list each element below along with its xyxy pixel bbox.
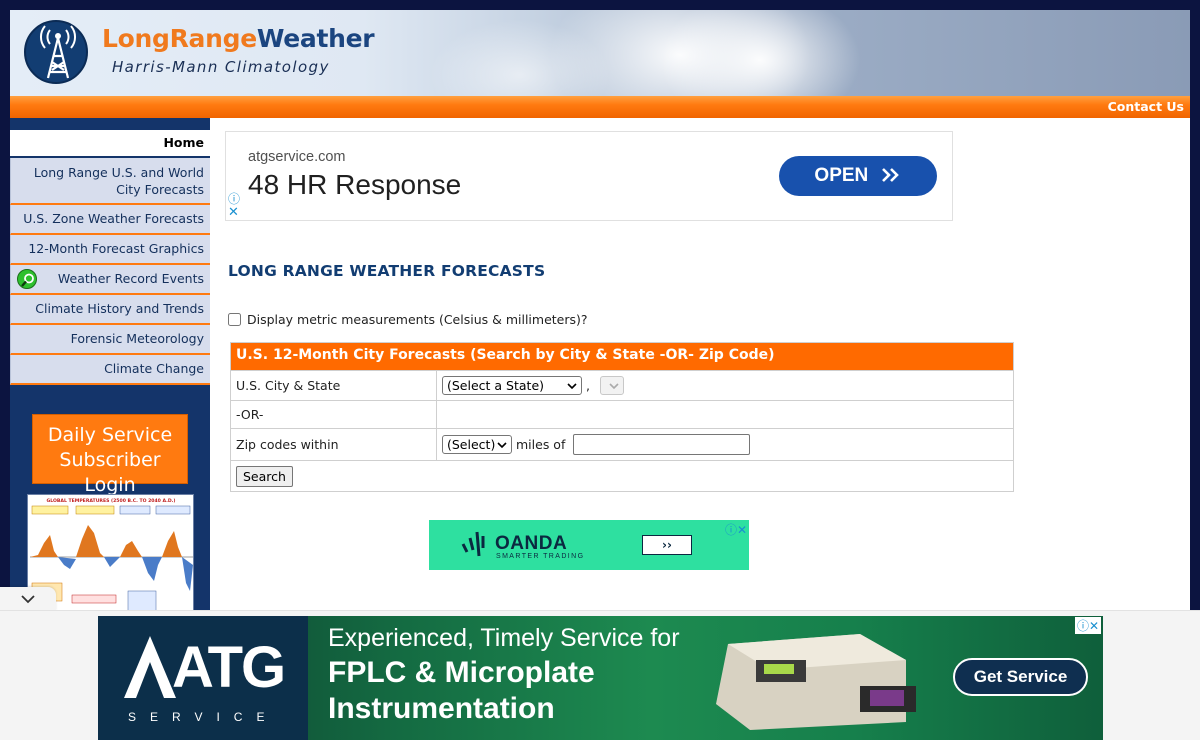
contact-us-link[interactable]: Contact Us: [1108, 99, 1184, 114]
cloud-decoration: [660, 10, 860, 96]
ad-info-icon[interactable]: ⓘ✕: [1074, 617, 1101, 634]
oanda-advertisement[interactable]: OANDA SMARTER TRADING ›› ⓘ✕: [429, 520, 749, 570]
chevron-down-icon: [609, 382, 619, 389]
miles-of-label: miles of: [516, 437, 566, 452]
sidebar-item-label: 12-Month Forecast Graphics: [28, 241, 204, 256]
sidebar-item-label: Home: [163, 135, 204, 150]
subscriber-login-button[interactable]: Daily Service Subscriber Login: [32, 414, 188, 496]
sidebar: Home Long Range U.S. and World City Fore…: [10, 118, 210, 618]
login-line-2: Subscriber Login: [59, 449, 161, 496]
ad-line-1: Experienced, Timely Service for: [328, 624, 680, 652]
state-select[interactable]: (Select a State): [442, 376, 582, 395]
sidebar-item-label: Forensic Meteorology: [70, 331, 204, 346]
miles-select[interactable]: (Select): [442, 435, 512, 454]
city-forecast-search-form: U.S. 12-Month City Forecasts (Search by …: [230, 342, 1014, 492]
sidebar-nav: Home Long Range U.S. and World City Fore…: [10, 130, 210, 385]
logo-weather: Weather: [256, 24, 375, 53]
ad-line-2: FPLC & Microplate: [328, 656, 595, 689]
zip-row: Zip codes within (Select) miles of: [231, 428, 1013, 460]
miles-select-value: (Select): [447, 437, 496, 452]
sidebar-item-climate-history[interactable]: Climate History and Trends: [10, 295, 210, 325]
logo-subtitle: Harris-Mann Climatology: [112, 58, 330, 76]
site-header: LongRangeWeather Harris-Mann Climatology: [10, 10, 1190, 96]
close-icon[interactable]: ✕: [228, 205, 239, 220]
logo-long-range: LongRange: [102, 24, 257, 53]
search-form-header: U.S. 12-Month City Forecasts (Search by …: [231, 343, 1013, 370]
sidebar-item-forecast-graphics[interactable]: 12-Month Forecast Graphics: [10, 235, 210, 265]
metric-checkbox[interactable]: [228, 313, 241, 326]
sidebar-item-home[interactable]: Home: [10, 130, 210, 158]
zip-code-input[interactable]: [573, 434, 751, 455]
top-nav-bar: Contact Us: [10, 96, 1190, 118]
chevron-down-icon: [567, 382, 577, 389]
sidebar-item-forensic[interactable]: Forensic Meteorology: [10, 325, 210, 355]
login-line-1: Daily Service: [47, 424, 173, 446]
sidebar-item-label: Long Range U.S. and World City Forecasts: [33, 165, 204, 197]
sidebar-item-zone-forecasts[interactable]: U.S. Zone Weather Forecasts: [10, 205, 210, 235]
oanda-brand: OANDA: [495, 533, 568, 554]
magnifier-icon: [17, 269, 37, 289]
sidebar-item-label: Weather Record Events: [57, 271, 204, 286]
sidebar-item-label: U.S. Zone Weather Forecasts: [23, 211, 204, 226]
atg-logo: ATG SERVICE: [98, 616, 308, 740]
ad-domain: atgservice.com: [248, 149, 346, 165]
collapse-ad-toggle[interactable]: [0, 587, 56, 611]
search-button[interactable]: Search: [236, 465, 293, 487]
atg-triangle-icon: [124, 636, 176, 698]
zip-label: Zip codes within: [231, 429, 437, 460]
chevron-down-icon: [21, 595, 35, 604]
sidebar-item-record-events[interactable]: Weather Record Events: [10, 265, 210, 295]
city-state-label: U.S. City & State: [231, 371, 437, 400]
logo-badge[interactable]: [24, 20, 88, 84]
ad-line-3: Instrumentation: [328, 692, 555, 725]
bottom-advertisement[interactable]: ATG SERVICE Experienced, Timely Service …: [98, 616, 1103, 740]
page-title: LONG RANGE WEATHER FORECASTS: [228, 262, 546, 280]
city-state-row: U.S. City & State (Select a State) ,: [231, 370, 1013, 400]
oanda-go-button[interactable]: ››: [642, 535, 692, 555]
comma-separator: ,: [586, 378, 590, 393]
site-logo-title[interactable]: LongRangeWeather: [102, 24, 375, 53]
metric-option: Display metric measurements (Celsius & m…: [228, 312, 588, 327]
sidebar-item-city-forecasts[interactable]: Long Range U.S. and World City Forecasts: [10, 158, 210, 205]
oanda-tagline: SMARTER TRADING: [496, 553, 585, 560]
search-row: Search: [231, 460, 1013, 491]
chevron-down-icon: [497, 441, 507, 448]
metric-label: Display metric measurements (Celsius & m…: [246, 312, 588, 327]
oanda-logo-icon: [461, 531, 485, 557]
atg-logo-subtitle: SERVICE: [128, 710, 279, 724]
ad-info-icon[interactable]: ⓘ✕: [725, 521, 747, 538]
or-spacer: [437, 401, 1013, 428]
microplate-reader-image: [716, 634, 916, 730]
state-select-value: (Select a State): [447, 378, 545, 393]
ad-open-button[interactable]: OPEN: [779, 156, 937, 196]
sidebar-item-label: Climate History and Trends: [35, 301, 204, 316]
atg-logo-text: ATG: [172, 635, 286, 700]
city-select[interactable]: [599, 376, 624, 395]
graphic-title: GLOBAL TEMPERATURES (2500 B.C. TO 2040 A…: [46, 498, 175, 504]
sidebar-spacer: [10, 118, 210, 130]
or-row: -OR-: [231, 400, 1013, 428]
zip-inputs: (Select) miles of: [437, 429, 1013, 460]
city-state-inputs: (Select a State) ,: [437, 371, 1013, 400]
top-advertisement[interactable]: atgservice.com 48 HR Response OPEN ⓘ ✕: [225, 131, 953, 221]
sidebar-item-climate-change[interactable]: Climate Change: [10, 355, 210, 385]
get-service-button[interactable]: Get Service: [953, 658, 1088, 696]
ad-open-label: OPEN: [814, 165, 869, 186]
ad-headline: 48 HR Response: [248, 169, 462, 200]
sidebar-item-label: Climate Change: [104, 361, 204, 376]
or-label: -OR-: [231, 401, 437, 428]
double-chevron-icon: [881, 168, 899, 182]
radio-tower-icon: [40, 25, 76, 79]
